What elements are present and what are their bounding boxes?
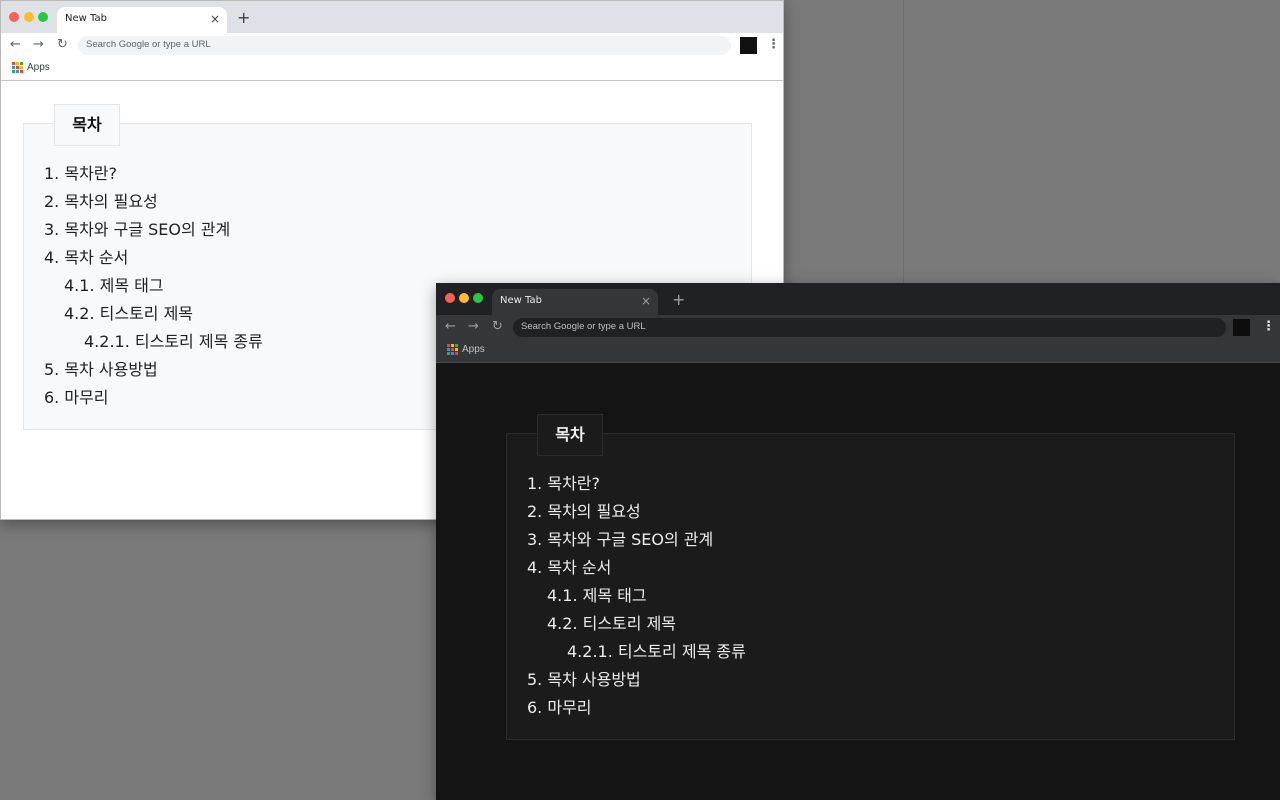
toc-item[interactable]: 4.1. 제목 태그	[527, 582, 746, 610]
back-icon[interactable]: ←	[445, 319, 456, 335]
close-icon[interactable]: ×	[641, 294, 651, 308]
toc-item[interactable]: 6. 마무리	[44, 384, 263, 412]
toc-item[interactable]: 5. 목차 사용방법	[44, 356, 263, 384]
toc-item[interactable]: 4. 목차 순서	[527, 554, 746, 582]
address-bar[interactable]: Search Google or type a URL	[513, 318, 1226, 337]
tab-new-tab[interactable]: New Tab ×	[57, 7, 227, 33]
address-bar-placeholder: Search Google or type a URL	[86, 39, 211, 50]
toc-title: 목차	[54, 104, 120, 146]
toc-item[interactable]: 2. 목차의 필요성	[44, 188, 263, 216]
menu-icon[interactable]: ⋮	[767, 37, 780, 53]
apps-grid-icon[interactable]	[447, 344, 458, 355]
new-tab-button[interactable]: +	[672, 291, 685, 309]
apps-bookmark[interactable]: Apps	[462, 344, 485, 355]
toc-title: 목차	[537, 414, 603, 456]
minimize-window-button[interactable]	[459, 293, 469, 303]
back-icon[interactable]: ←	[10, 37, 21, 53]
toc-item[interactable]: 3. 목차와 구글 SEO의 관계	[44, 216, 263, 244]
tab-title: New Tab	[65, 13, 107, 24]
tab-bar: New Tab × +	[1, 1, 783, 33]
address-bar[interactable]: Search Google or type a URL	[78, 36, 731, 55]
close-window-button[interactable]	[445, 293, 455, 303]
tab-title: New Tab	[500, 295, 542, 306]
toc-item[interactable]: 4. 목차 순서	[44, 244, 263, 272]
forward-icon[interactable]: →	[468, 319, 479, 335]
profile-avatar[interactable]	[740, 37, 757, 54]
page-content: 목차 1. 목차란? 2. 목차의 필요성 3. 목차와 구글 SEO의 관계 …	[436, 363, 1280, 800]
toc-item[interactable]: 2. 목차의 필요성	[527, 498, 746, 526]
toolbar: ← → ↻ Search Google or type a URL ⋮	[1, 33, 783, 58]
maximize-window-button[interactable]	[38, 12, 48, 22]
browser-window-dark: New Tab × + ← → ↻ Search Google or type …	[436, 283, 1280, 800]
apps-bookmark[interactable]: Apps	[27, 62, 50, 73]
close-icon[interactable]: ×	[210, 12, 220, 26]
desktop-divider	[903, 0, 904, 283]
toc-item[interactable]: 1. 목차란?	[527, 470, 746, 498]
apps-grid-icon[interactable]	[12, 62, 23, 73]
toc-item[interactable]: 4.1. 제목 태그	[44, 272, 263, 300]
toc-item[interactable]: 4.2.1. 티스토리 제목 종류	[44, 328, 263, 356]
tab-new-tab[interactable]: New Tab ×	[492, 289, 658, 315]
toc-item[interactable]: 4.2. 티스토리 제목	[527, 610, 746, 638]
reload-icon[interactable]: ↻	[57, 37, 68, 53]
toc-container: 목차 1. 목차란? 2. 목차의 필요성 3. 목차와 구글 SEO의 관계 …	[506, 414, 1235, 740]
maximize-window-button[interactable]	[473, 293, 483, 303]
toc-item[interactable]: 4.2. 티스토리 제목	[44, 300, 263, 328]
toolbar: ← → ↻ Search Google or type a URL ⋮	[436, 315, 1280, 340]
new-tab-button[interactable]: +	[237, 9, 250, 27]
toc-item[interactable]: 1. 목차란?	[44, 160, 263, 188]
toc-item[interactable]: 4.2.1. 티스토리 제목 종류	[527, 638, 746, 666]
address-bar-placeholder: Search Google or type a URL	[521, 321, 646, 332]
menu-icon[interactable]: ⋮	[1262, 319, 1275, 335]
forward-icon[interactable]: →	[33, 37, 44, 53]
toc-list: 1. 목차란? 2. 목차의 필요성 3. 목차와 구글 SEO의 관계 4. …	[527, 470, 746, 722]
bookmarks-bar: Apps	[436, 340, 1280, 363]
toc-list: 1. 목차란? 2. 목차의 필요성 3. 목차와 구글 SEO의 관계 4. …	[44, 160, 263, 412]
reload-icon[interactable]: ↻	[492, 319, 503, 335]
profile-avatar[interactable]	[1233, 319, 1250, 336]
tab-bar: New Tab × +	[436, 283, 1280, 315]
toc-item[interactable]: 5. 목차 사용방법	[527, 666, 746, 694]
minimize-window-button[interactable]	[24, 12, 34, 22]
toc-item[interactable]: 3. 목차와 구글 SEO의 관계	[527, 526, 746, 554]
close-window-button[interactable]	[9, 12, 19, 22]
bookmarks-bar: Apps	[1, 58, 783, 81]
toc-item[interactable]: 6. 마무리	[527, 694, 746, 722]
